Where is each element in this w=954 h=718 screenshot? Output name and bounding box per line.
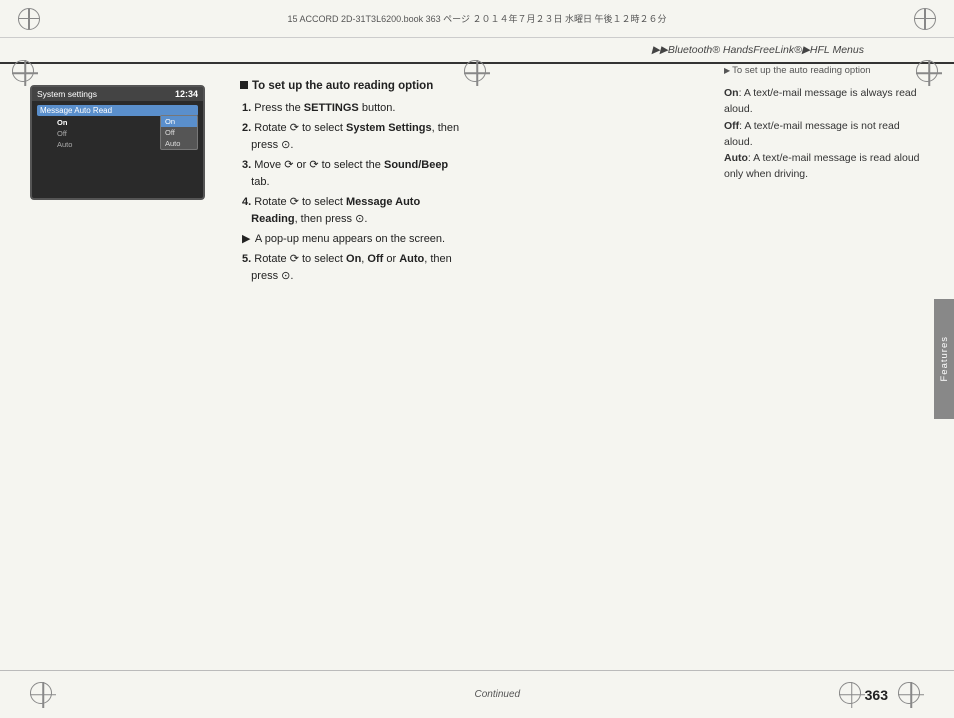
press-icon-2: ⊙ [281, 139, 290, 151]
knob-icon-3a: ⟳ [284, 159, 293, 171]
main-content: System settings 12:34 Message Auto Read … [30, 65, 929, 668]
screen-title: System settings [37, 89, 97, 99]
step-2: 2. Rotate ⟳ to select System Settings, t… [240, 120, 694, 154]
step-4-subnote: ▶ A pop-up menu appears on the screen. [240, 231, 694, 248]
step-1: 1. Press the SETTINGS button. [240, 100, 694, 117]
info-content: On: A text/e-mail message is always read… [724, 85, 929, 183]
screen-options-popup: On Off Auto [160, 115, 198, 150]
bottom-bar: Continued 363 [0, 670, 954, 718]
top-bar: 15 ACCORD 2D-31T3L6200.book 363 ページ ２０１４… [0, 0, 954, 38]
press-icon-4: ⊙ [355, 213, 364, 225]
features-sidebar: Features [934, 299, 954, 419]
top-right-reg-mark [914, 8, 936, 30]
step-4: 4. Rotate ⟳ to select Message Auto Readi… [240, 194, 694, 228]
corner-reg-bl [30, 682, 56, 708]
info-auto: Auto: A text/e-mail message is read alou… [724, 150, 929, 183]
page-container: 15 ACCORD 2D-31T3L6200.book 363 ページ ２０１４… [0, 0, 954, 718]
breadcrumb-text: ▶▶Bluetooth® HandsFreeLink®▶HFL Menus [652, 44, 864, 56]
section-title: To set up the auto reading option [240, 80, 694, 92]
corner-reg-br [898, 682, 924, 708]
knob-icon-2a: ⟳ [290, 122, 299, 134]
top-left-reg-mark [18, 8, 40, 30]
features-label: Features [939, 336, 950, 382]
screen-option-on: On [161, 116, 197, 127]
info-on: On: A text/e-mail message is always read… [724, 85, 929, 118]
screenshot-area: System settings 12:34 Message Auto Read … [30, 85, 220, 668]
continued-text: Continued [56, 689, 839, 700]
knob-icon-3b: ⟳ [309, 159, 318, 171]
section-title-icon [240, 81, 248, 89]
screen-option-off: Off [161, 127, 197, 138]
arrow-icon: ▶ [242, 231, 250, 248]
knob-icon-4a: ⟳ [290, 196, 299, 208]
press-icon-5: ⊙ [281, 270, 290, 282]
screen-title-bar: System settings 12:34 [32, 87, 203, 101]
step-5: 5. Rotate ⟳ to select On, Off or Auto, t… [240, 251, 694, 285]
screen-body: Message Auto Read On Off Auto On Off Aut… [32, 101, 203, 154]
file-metadata: 15 ACCORD 2D-31T3L6200.book 363 ページ ２０１４… [40, 12, 914, 25]
info-box-header: To set up the auto reading option [724, 65, 929, 79]
instructions-list: 1. Press the SETTINGS button. 2. Rotate … [240, 100, 694, 285]
screen-option-auto: Auto [161, 138, 197, 149]
device-screen: System settings 12:34 Message Auto Read … [30, 85, 205, 200]
instructions-column: To set up the auto reading option 1. Pre… [220, 65, 709, 668]
info-off: Off: A text/e-mail message is not read a… [724, 118, 929, 151]
page-number: 363 [865, 687, 888, 703]
knob-icon-5a: ⟳ [290, 253, 299, 265]
info-box: To set up the auto reading option On: A … [709, 65, 929, 668]
corner-reg-bm [839, 682, 865, 708]
screen-time: 12:34 [175, 89, 198, 99]
step-3: 3. Move ⟳ or ⟳ to select the Sound/Beep … [240, 157, 694, 191]
